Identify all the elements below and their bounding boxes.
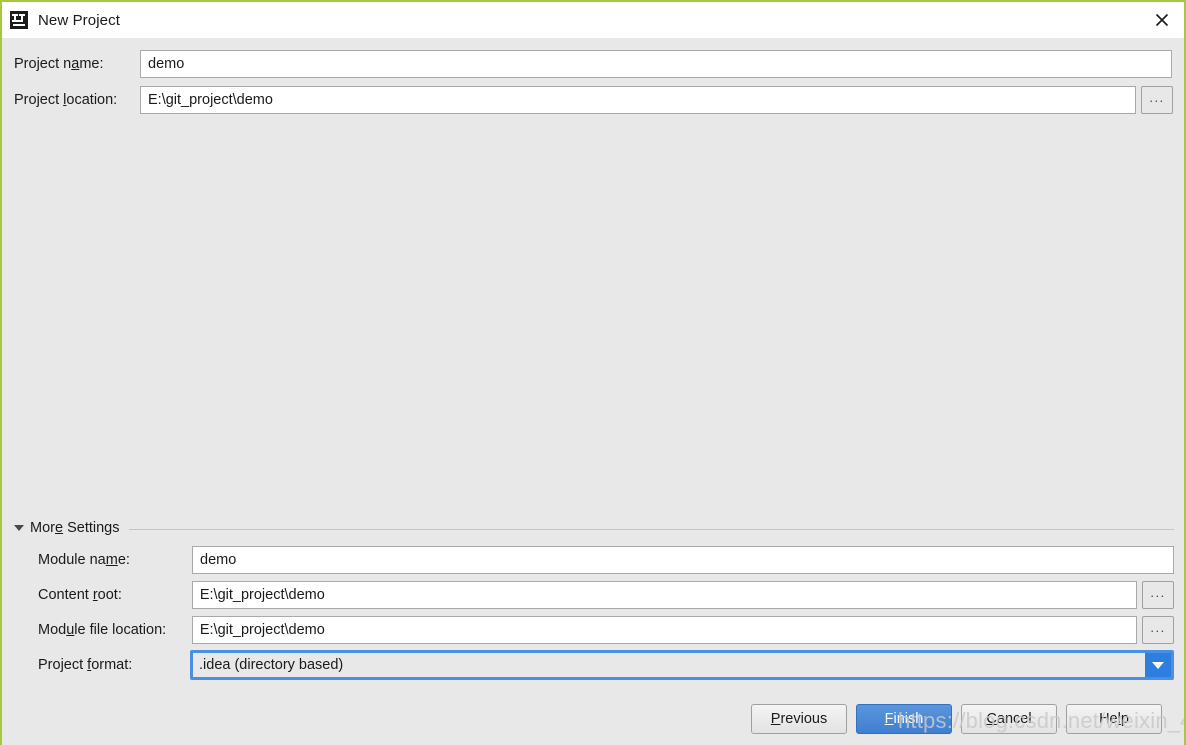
previous-button[interactable]: Previous [751,704,847,734]
project-format-value[interactable] [193,653,1145,677]
help-button[interactable]: Help [1066,704,1162,734]
module-name-label: Module name: [38,552,192,568]
more-settings-toggle[interactable]: More Settings [14,520,1174,536]
project-location-row: Project location: ... [14,86,1174,114]
intellij-idea-icon [10,11,28,29]
module-file-location-browse-button[interactable]: ... [1142,616,1174,644]
title-bar: New Project [2,2,1184,38]
project-format-label: Project format: [38,657,190,673]
more-settings-label: More Settings [30,520,119,536]
window-title: New Project [38,12,120,29]
project-name-label: Project name: [14,56,140,72]
module-file-location-label: Module file location: [38,622,192,638]
cancel-button[interactable]: Cancel [961,704,1057,734]
chevron-down-icon [14,525,24,531]
dialog-button-bar: Previous Finish Cancel Help [2,699,1184,739]
dialog-body: Project name: Project location: ... More… [2,38,1184,745]
project-format-combobox[interactable] [190,650,1174,680]
module-name-row: Module name: [38,546,1174,574]
content-root-browse-button[interactable]: ... [1142,581,1174,609]
project-name-row: Project name: [14,50,1174,78]
module-file-location-row: Module file location: ... [38,616,1174,644]
project-location-input[interactable] [140,86,1136,114]
project-location-browse-button[interactable]: ... [1141,86,1173,114]
project-location-label: Project location: [14,92,140,108]
finish-button[interactable]: Finish [856,704,952,734]
module-name-input[interactable] [192,546,1174,574]
project-name-input[interactable] [140,50,1172,78]
project-format-row: Project format: [38,650,1174,680]
chevron-down-icon[interactable] [1145,653,1171,677]
close-icon[interactable] [1140,2,1184,38]
content-root-row: Content root: ... [38,581,1174,609]
content-root-input[interactable] [192,581,1137,609]
content-root-label: Content root: [38,587,192,603]
new-project-dialog: New Project Project name: Project locati… [0,0,1186,745]
module-file-location-input[interactable] [192,616,1137,644]
more-settings-separator [129,529,1174,530]
